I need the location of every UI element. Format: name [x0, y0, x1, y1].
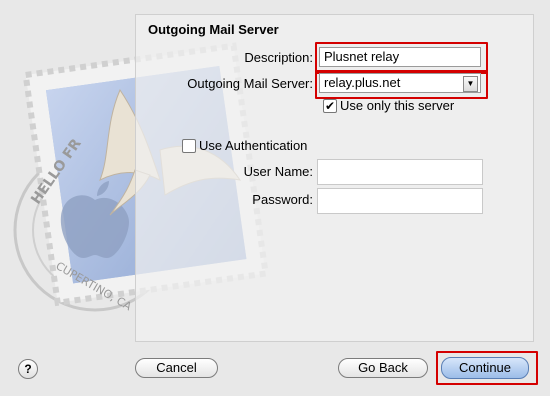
- go-back-button[interactable]: Go Back: [338, 358, 428, 378]
- server-label: Outgoing Mail Server:: [187, 76, 313, 91]
- use-authentication-label: Use Authentication: [199, 138, 308, 153]
- username-field[interactable]: [317, 159, 483, 185]
- use-authentication-checkbox[interactable]: [182, 139, 196, 153]
- panel-title: Outgoing Mail Server: [148, 22, 279, 37]
- chevron-down-icon[interactable]: ▼: [463, 76, 478, 92]
- server-combobox[interactable]: relay.plus.net ▼: [319, 73, 481, 93]
- help-icon: ?: [24, 362, 32, 376]
- password-field[interactable]: [317, 188, 483, 214]
- cancel-button[interactable]: Cancel: [135, 358, 218, 378]
- description-field[interactable]: Plusnet relay: [319, 47, 481, 67]
- use-only-server-checkbox[interactable]: ✔: [323, 99, 337, 113]
- description-label: Description:: [244, 50, 313, 65]
- password-label: Password:: [252, 192, 313, 207]
- help-button[interactable]: ?: [18, 359, 38, 379]
- use-only-server-label: Use only this server: [340, 98, 455, 113]
- username-label: User Name:: [243, 164, 313, 179]
- checkmark-icon: ✔: [324, 99, 336, 113]
- continue-button[interactable]: Continue: [441, 357, 529, 379]
- server-value: relay.plus.net: [324, 75, 401, 90]
